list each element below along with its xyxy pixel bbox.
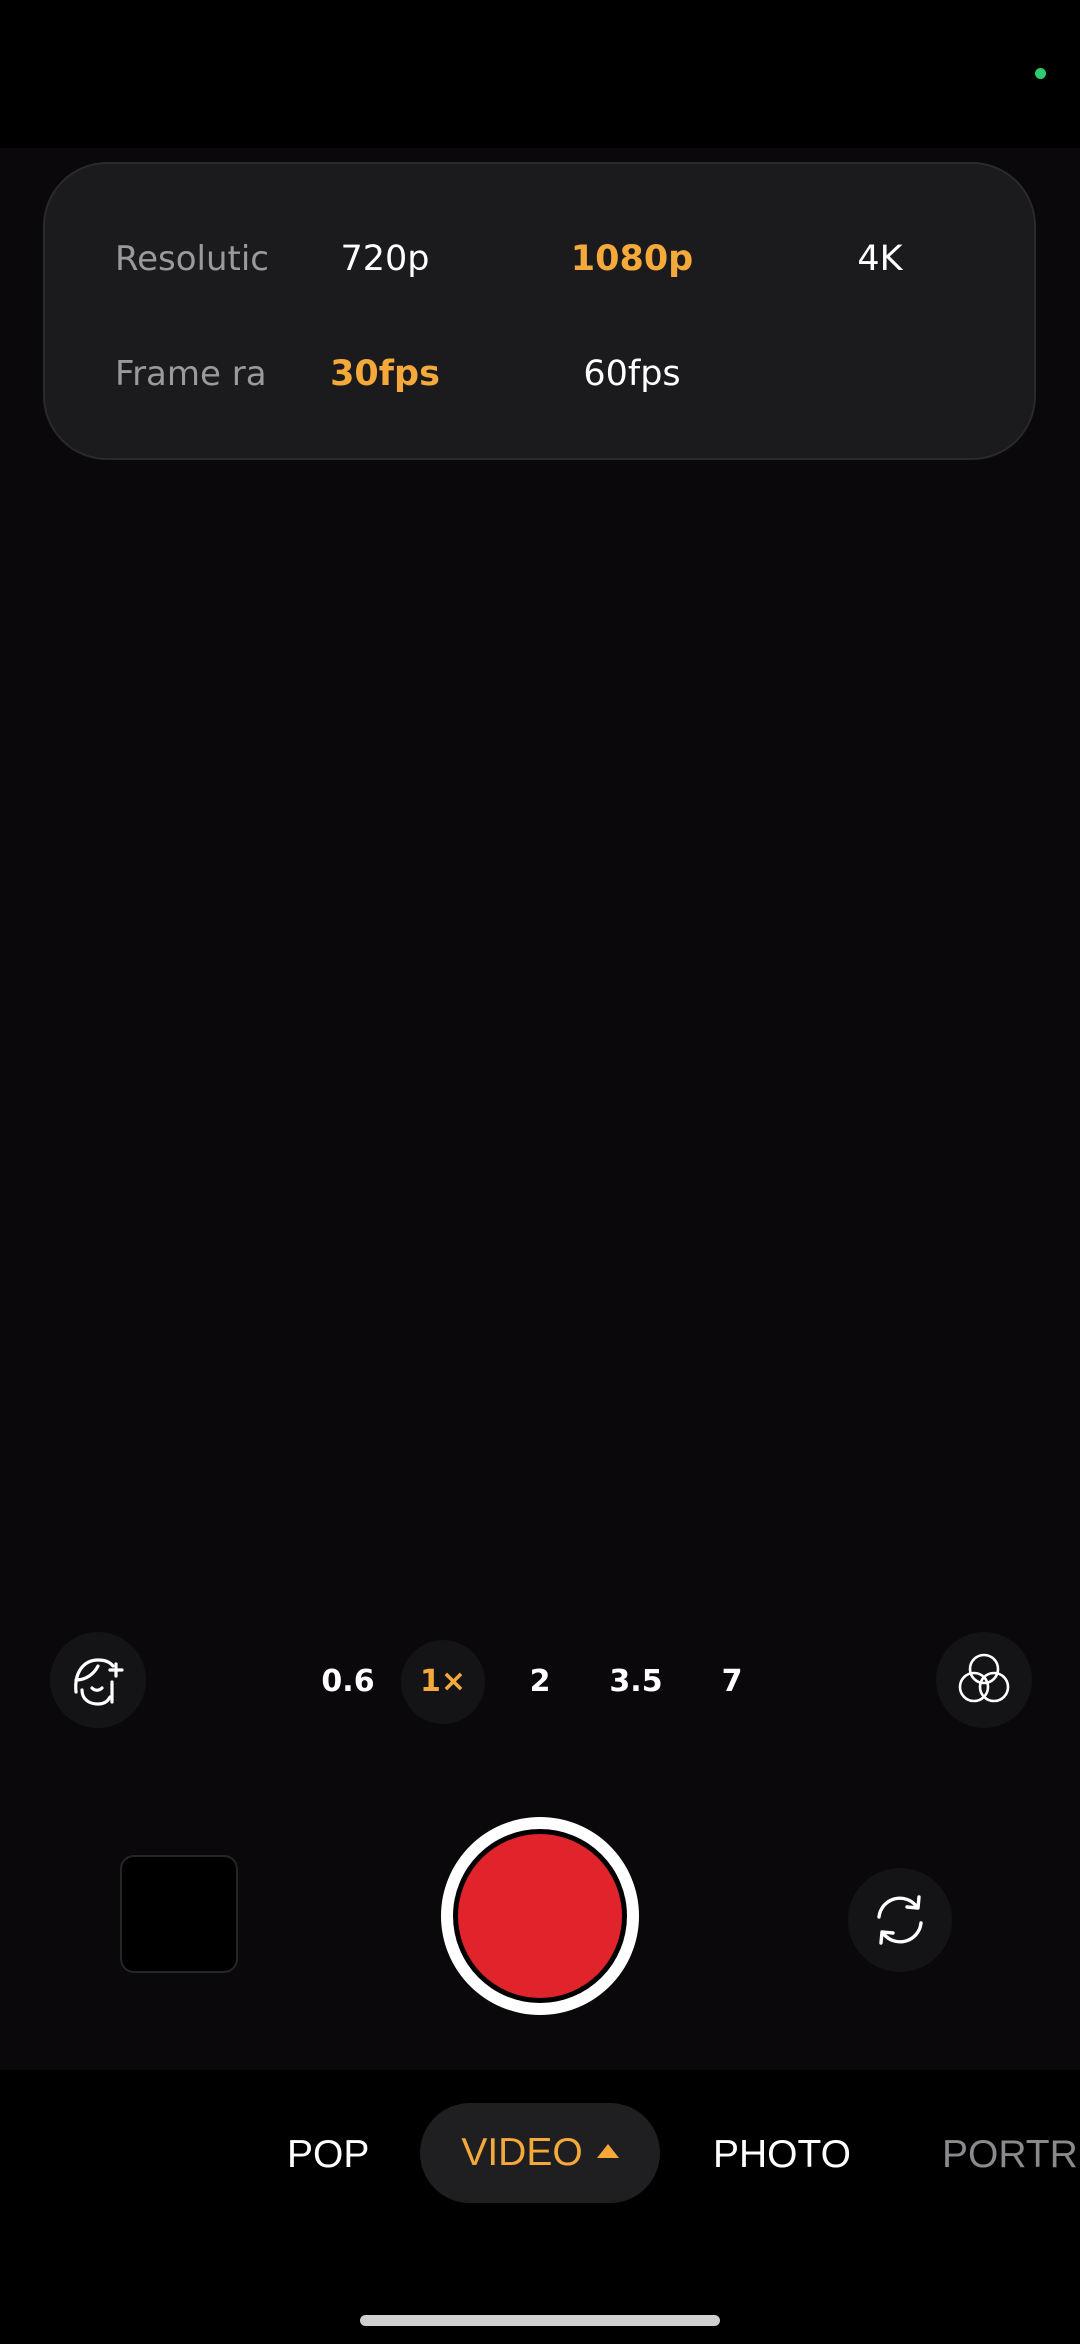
frame-rate-label: Frame ra	[115, 354, 267, 394]
mode-pop[interactable]: POP	[287, 2110, 369, 2200]
frame-rate-row: Frame ra 30fps 60fps	[45, 334, 1034, 414]
zoom-3-5[interactable]: 3.5	[594, 1640, 678, 1724]
beauty-face-icon	[74, 1658, 124, 1706]
mode-photo[interactable]: PHOTO	[713, 2110, 851, 2200]
status-bar	[0, 0, 1080, 148]
flip-camera-button[interactable]	[848, 1868, 952, 1972]
filter-circles-icon	[958, 1653, 1010, 1703]
privacy-indicator	[1035, 68, 1046, 79]
record-button-ring	[453, 1829, 627, 2003]
resolution-1080p[interactable]: 1080p	[547, 219, 717, 299]
home-indicator[interactable]	[360, 2315, 720, 2326]
record-button[interactable]	[441, 1817, 639, 2015]
gallery-thumbnail[interactable]	[120, 1855, 238, 1973]
mode-video[interactable]: VIDEO	[420, 2103, 660, 2203]
camera-screen: Resolutic 720p 1080p 4K Frame ra 30fps 6…	[0, 0, 1080, 2344]
filter-button[interactable]	[936, 1632, 1032, 1728]
flip-camera-icon	[877, 1895, 923, 1945]
beauty-button[interactable]	[50, 1632, 146, 1728]
resolution-4k[interactable]: 4K	[795, 219, 965, 299]
resolution-720p[interactable]: 720p	[300, 219, 470, 299]
resolution-label: Resolutic	[115, 239, 269, 279]
zoom-7[interactable]: 7	[690, 1640, 774, 1724]
zoom-0-6[interactable]: 0.6	[306, 1640, 390, 1724]
mode-portrait[interactable]: PORTR	[942, 2110, 1080, 2200]
video-settings-panel: Resolutic 720p 1080p 4K Frame ra 30fps 6…	[43, 162, 1036, 460]
frame-rate-30fps[interactable]: 30fps	[300, 334, 470, 414]
record-button-core	[458, 1834, 622, 1998]
mode-video-label: VIDEO	[461, 2131, 583, 2174]
resolution-row: Resolutic 720p 1080p 4K	[45, 219, 1034, 299]
frame-rate-60fps[interactable]: 60fps	[547, 334, 717, 414]
zoom-1x[interactable]: 1×	[401, 1640, 485, 1724]
caret-up-icon	[596, 2143, 619, 2158]
zoom-2[interactable]: 2	[498, 1640, 582, 1724]
